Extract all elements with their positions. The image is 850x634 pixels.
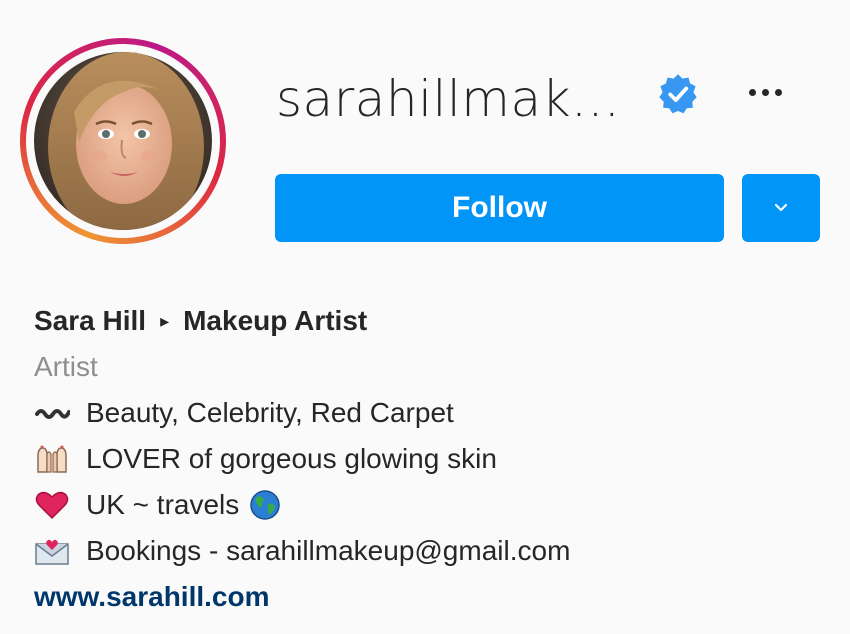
wavy-dash-icon (34, 398, 70, 428)
globe-icon (249, 489, 281, 521)
bio-line-text: LOVER of gorgeous glowing skin (86, 443, 497, 474)
bio-line-text: Bookings - sarahillmakeup@gmail.com (86, 535, 571, 566)
website-link[interactable]: www.sarahill.com (34, 574, 269, 620)
follow-button[interactable]: Follow (275, 174, 724, 242)
chevron-down-icon (774, 203, 788, 212)
separator-icon: ▸ (160, 311, 170, 331)
dot (761, 88, 769, 96)
bio-title: Makeup Artist (183, 305, 368, 336)
avatar[interactable] (20, 38, 226, 244)
more-options-icon[interactable] (738, 74, 792, 110)
raised-hands-icon (34, 444, 70, 474)
profile-header: sarahillmak... Follow Sara Hill ▸ Makeup… (0, 0, 850, 634)
verified-badge-icon (656, 72, 700, 116)
bio-line: Bookings - sarahillmakeup@gmail.com (34, 528, 834, 574)
love-letter-icon (34, 536, 70, 566)
bio-line: Beauty, Celebrity, Red Carpet (34, 390, 834, 436)
bio-line-text: Beauty, Celebrity, Red Carpet (86, 397, 454, 428)
bio-line: LOVER of gorgeous glowing skin (34, 436, 834, 482)
full-name: Sara Hill (34, 305, 147, 336)
bio-line: UK ~ travels (34, 482, 834, 528)
avatar-photo (34, 52, 212, 230)
profile-username: sarahillmak... (276, 70, 621, 128)
profile-bio: Sara Hill ▸ Makeup Artist Artist Beauty,… (34, 298, 834, 620)
profile-category: Artist (34, 351, 98, 382)
bio-line-text: UK ~ travels (86, 489, 240, 520)
profile-photo-illustration (34, 52, 212, 230)
bio-name-line: Sara Hill ▸ Makeup Artist (34, 298, 834, 344)
dot (774, 88, 782, 96)
heart-icon (34, 490, 70, 520)
website-line: www.sarahill.com (34, 574, 834, 620)
suggested-accounts-dropdown-button[interactable] (742, 174, 820, 242)
dot (748, 88, 756, 96)
